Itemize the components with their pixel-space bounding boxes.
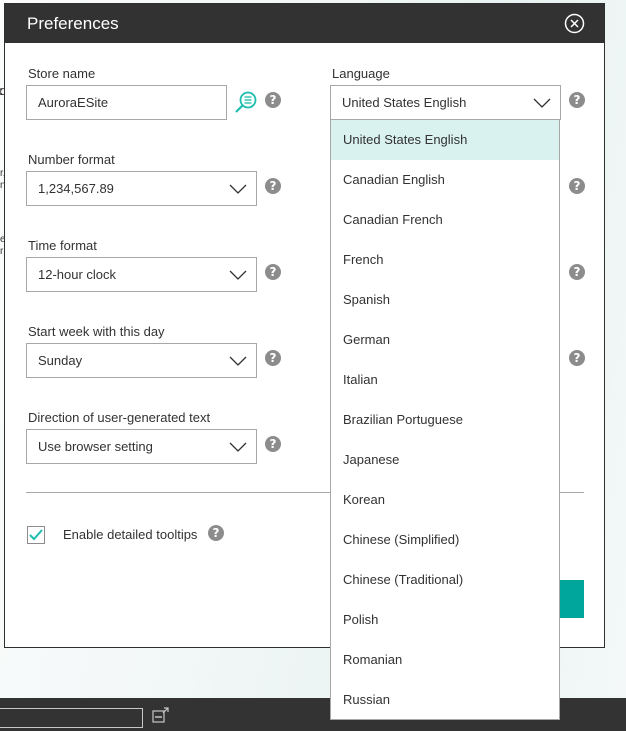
language-select-value: United States English: [342, 95, 467, 110]
help-icon[interactable]: ?: [569, 350, 585, 366]
language-help-icon[interactable]: ?: [569, 92, 585, 108]
dialog-title: Preferences: [27, 14, 119, 33]
store-name-help-icon[interactable]: ?: [265, 92, 281, 108]
language-option[interactable]: Spanish: [331, 280, 559, 320]
language-option[interactable]: Italian: [331, 360, 559, 400]
language-option[interactable]: United States English: [331, 120, 559, 160]
background-text-fragment: r: [0, 246, 4, 257]
language-option[interactable]: Canadian French: [331, 200, 559, 240]
chevron-down-icon: [229, 356, 247, 366]
start-week-label: Start week with this day: [28, 324, 165, 339]
time-format-label: Time format: [28, 238, 97, 253]
language-option[interactable]: Korean: [331, 480, 559, 520]
language-option[interactable]: Chinese (Traditional): [331, 560, 559, 600]
start-week-value: Sunday: [38, 353, 83, 368]
number-format-value: 1,234,567.89: [38, 181, 114, 196]
chevron-down-icon: [533, 98, 551, 108]
popout-window-icon[interactable]: [152, 707, 170, 723]
language-option[interactable]: French: [331, 240, 559, 280]
language-option[interactable]: Russian: [331, 680, 559, 720]
chevron-down-icon: [229, 270, 247, 280]
enable-tooltips-label: Enable detailed tooltips: [63, 527, 198, 542]
chevron-down-icon: [229, 184, 247, 194]
language-option[interactable]: Japanese: [331, 440, 559, 480]
help-icon[interactable]: ?: [569, 178, 585, 194]
language-select[interactable]: United States English: [330, 85, 561, 120]
number-format-help-icon[interactable]: ?: [265, 178, 281, 194]
text-direction-label: Direction of user-generated text: [28, 410, 211, 425]
bottom-search-input[interactable]: [0, 708, 143, 728]
number-format-label: Number format: [28, 152, 115, 167]
dialog-header: Preferences: [5, 4, 604, 43]
number-format-select[interactable]: 1,234,567.89: [26, 171, 257, 206]
language-option[interactable]: Chinese (Simplified): [331, 520, 559, 560]
time-format-value: 12-hour clock: [38, 267, 117, 282]
chevron-down-icon: [229, 442, 247, 452]
time-format-select[interactable]: 12-hour clock: [26, 257, 257, 292]
language-dropdown-list: United States English Canadian English C…: [330, 119, 560, 720]
language-option[interactable]: Brazilian Portuguese: [331, 400, 559, 440]
language-option[interactable]: Canadian English: [331, 160, 559, 200]
language-label: Language: [332, 66, 390, 81]
language-option[interactable]: Romanian: [331, 640, 559, 680]
store-name-label: Store name: [28, 66, 96, 81]
text-direction-help-icon[interactable]: ?: [265, 436, 281, 452]
language-option[interactable]: German: [331, 320, 559, 360]
start-week-select[interactable]: Sunday: [26, 343, 257, 378]
help-icon[interactable]: ?: [569, 264, 585, 280]
time-format-help-icon[interactable]: ?: [265, 264, 281, 280]
start-week-help-icon[interactable]: ?: [265, 350, 281, 366]
search-list-icon[interactable]: [234, 90, 258, 114]
close-icon[interactable]: [564, 13, 585, 34]
text-direction-select[interactable]: Use browser setting: [26, 429, 257, 464]
text-direction-value: Use browser setting: [38, 439, 153, 454]
checkmark-icon: [29, 529, 43, 541]
store-name-input[interactable]: AuroraESite: [26, 85, 227, 120]
language-option[interactable]: Polish: [331, 600, 559, 640]
enable-tooltips-checkbox[interactable]: [27, 526, 45, 544]
tooltips-help-icon[interactable]: ?: [208, 525, 224, 541]
